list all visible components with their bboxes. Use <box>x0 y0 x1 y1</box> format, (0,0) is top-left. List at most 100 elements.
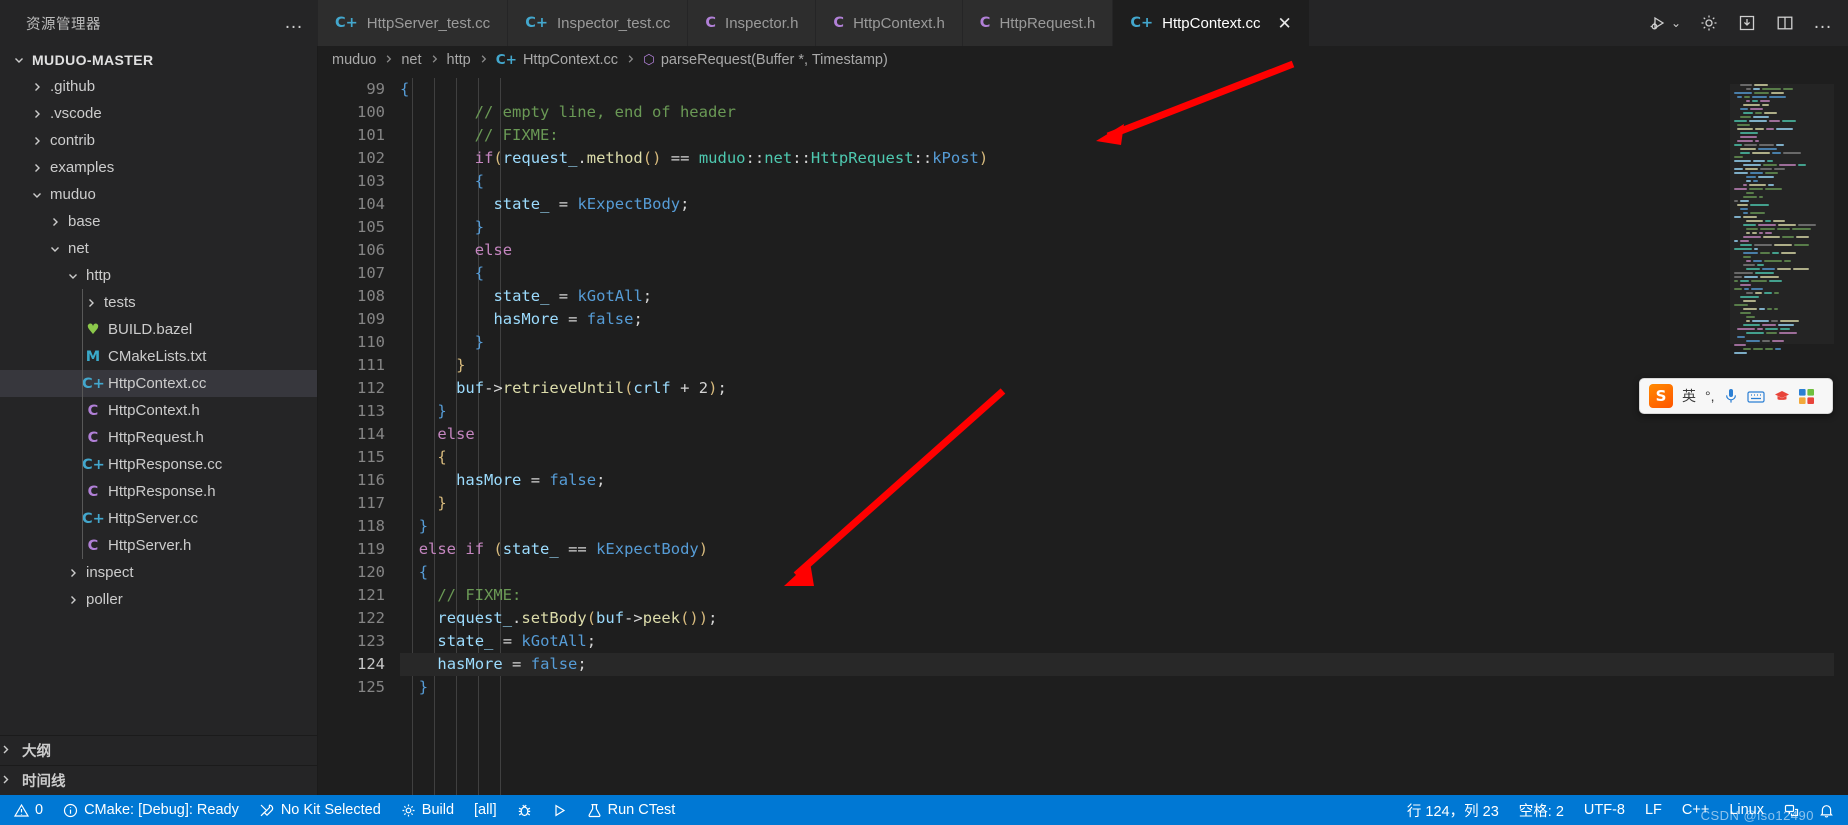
tree-item-httpresponse-h[interactable]: C HttpResponse.h <box>0 478 317 505</box>
code-line[interactable]: { <box>400 561 1848 584</box>
remote-status[interactable] <box>1774 795 1809 825</box>
platform-status[interactable]: Linux <box>1719 795 1774 825</box>
tree-item-poller[interactable]: poller <box>0 586 317 613</box>
code-content[interactable]: { // empty line, end of header // FIXME:… <box>400 74 1848 795</box>
code-line[interactable]: // FIXME: <box>400 584 1848 607</box>
chevron-right-icon[interactable] <box>64 567 82 579</box>
tree-item-httpresponse-cc[interactable]: C+ HttpResponse.cc <box>0 451 317 478</box>
code-line[interactable]: else <box>400 423 1848 446</box>
code-line[interactable]: } <box>400 216 1848 239</box>
chevron-down-icon[interactable] <box>46 243 64 255</box>
launch-status[interactable] <box>542 795 577 825</box>
sogou-logo-icon[interactable]: S <box>1649 384 1673 408</box>
code-line[interactable]: hasMore = false; <box>400 653 1848 676</box>
code-line[interactable]: } <box>400 676 1848 699</box>
cmake-status[interactable]: CMake: [Debug]: Ready <box>53 795 249 825</box>
sogou-ime-toolbar[interactable]: S 英 °, <box>1639 378 1833 414</box>
chevron-right-icon[interactable] <box>28 162 46 174</box>
chevron-down-icon[interactable]: ⌄ <box>1671 16 1681 30</box>
language-mode-status[interactable]: C++ <box>1672 795 1719 825</box>
code-line[interactable]: { <box>400 78 1848 101</box>
keyboard-icon[interactable] <box>1746 390 1765 403</box>
chevron-right-icon[interactable] <box>28 81 46 93</box>
ime-mode-label[interactable]: 英 <box>1682 386 1696 406</box>
more-actions-icon[interactable]: … <box>1813 13 1832 32</box>
code-line[interactable]: } <box>400 354 1848 377</box>
breadcrumb-item[interactable]: ⬡ parseRequest(Buffer *, Timestamp) <box>643 52 888 68</box>
code-line[interactable]: } <box>400 492 1848 515</box>
code-line[interactable]: else <box>400 239 1848 262</box>
code-line[interactable]: } <box>400 515 1848 538</box>
code-line[interactable]: // FIXME: <box>400 124 1848 147</box>
code-line[interactable]: // empty line, end of header <box>400 101 1848 124</box>
kit-status[interactable]: No Kit Selected <box>249 795 391 825</box>
code-line[interactable]: state_ = kGotAll; <box>400 630 1848 653</box>
tree-item-httpcontext-h[interactable]: C HttpContext.h <box>0 397 317 424</box>
explorer-more-actions-icon[interactable]: … <box>284 13 304 32</box>
cursor-position-status[interactable]: 行 124，列 23 <box>1397 795 1509 825</box>
split-editor-icon[interactable] <box>1775 13 1795 33</box>
tree-item--github[interactable]: .github <box>0 73 317 100</box>
toolbox-icon[interactable] <box>1798 388 1814 404</box>
editor-tab-httpserver-test-cc[interactable]: C+ HttpServer_test.cc <box>318 0 509 46</box>
chevron-right-icon[interactable] <box>82 297 100 309</box>
chevron-down-icon[interactable] <box>28 189 46 201</box>
code-line[interactable]: buf->retrieveUntil(crlf + 2); <box>400 377 1848 400</box>
run-and-debug-icon[interactable]: ⌄ <box>1649 13 1681 33</box>
tree-item-httpcontext-cc[interactable]: C+ HttpContext.cc <box>0 370 317 397</box>
tree-item-examples[interactable]: examples <box>0 154 317 181</box>
chevron-right-icon[interactable] <box>64 594 82 606</box>
ime-punctuation-label[interactable]: °, <box>1705 388 1715 404</box>
problems-status[interactable]: 0 <box>4 795 53 825</box>
chevron-down-icon[interactable] <box>10 54 28 66</box>
tree-item-muduo-master[interactable]: MUDUO-MASTER <box>0 46 317 73</box>
hat-icon[interactable] <box>1774 389 1790 403</box>
tree-item--vscode[interactable]: .vscode <box>0 100 317 127</box>
chevron-right-icon[interactable] <box>28 135 46 147</box>
editor-tab-inspector-h[interactable]: C Inspector.h <box>688 0 817 46</box>
eol-status[interactable]: LF <box>1635 795 1672 825</box>
tree-item-muduo[interactable]: muduo <box>0 181 317 208</box>
close-icon[interactable]: ✕ <box>1278 15 1292 32</box>
indentation-status[interactable]: 空格: 2 <box>1509 795 1574 825</box>
code-line[interactable]: { <box>400 446 1848 469</box>
ctest-status[interactable]: Run CTest <box>577 795 686 825</box>
editor-scrollbar[interactable] <box>1834 74 1848 795</box>
microphone-icon[interactable] <box>1724 388 1738 404</box>
chevron-right-icon[interactable] <box>46 216 64 228</box>
tree-item-httpserver-cc[interactable]: C+ HttpServer.cc <box>0 505 317 532</box>
editor-tab-inspector-test-cc[interactable]: C+ Inspector_test.cc <box>508 0 689 46</box>
save-all-icon[interactable] <box>1737 13 1757 33</box>
tree-item-inspect[interactable]: inspect <box>0 559 317 586</box>
notifications-status[interactable] <box>1809 795 1844 825</box>
code-line[interactable]: state_ = kGotAll; <box>400 285 1848 308</box>
breadcrumb-item[interactable]: C+ HttpContext.cc <box>496 52 618 68</box>
chevron-right-icon[interactable] <box>28 108 46 120</box>
code-line[interactable]: } <box>400 331 1848 354</box>
sidebar-section-outline[interactable]: 大纲 <box>0 735 317 765</box>
editor-tab-httprequest-h[interactable]: C HttpRequest.h <box>962 0 1114 46</box>
tree-item-base[interactable]: base <box>0 208 317 235</box>
encoding-status[interactable]: UTF-8 <box>1574 795 1635 825</box>
debug-status[interactable] <box>507 795 542 825</box>
sidebar-section-timeline[interactable]: 时间线 <box>0 765 317 795</box>
breadcrumb-item[interactable]: http <box>447 52 471 68</box>
tree-item-build-bazel[interactable]: ♥ BUILD.bazel <box>0 316 317 343</box>
tree-item-http[interactable]: http <box>0 262 317 289</box>
editor-tab-httpcontext-cc[interactable]: C+ HttpContext.cc ✕ <box>1113 0 1310 46</box>
code-line[interactable]: if(request_.method() == muduo::net::Http… <box>400 147 1848 170</box>
settings-gear-icon[interactable] <box>1699 13 1719 33</box>
code-line[interactable]: request_.setBody(buf->peek()); <box>400 607 1848 630</box>
code-line[interactable]: state_ = kExpectBody; <box>400 193 1848 216</box>
code-line[interactable]: { <box>400 262 1848 285</box>
code-line[interactable]: hasMore = false; <box>400 469 1848 492</box>
code-editor[interactable]: 99 100 101 102 103 104 105 106 107 108 109 110 111 11… <box>318 74 1848 795</box>
tree-item-httpserver-h[interactable]: C HttpServer.h <box>0 532 317 559</box>
breadcrumb[interactable]: muduo net http C+ HttpContext.cc ⬡ parseReques… <box>318 46 1848 74</box>
code-line[interactable]: } <box>400 400 1848 423</box>
code-line[interactable]: { <box>400 170 1848 193</box>
code-line[interactable]: hasMore = false; <box>400 308 1848 331</box>
build-status[interactable]: Build <box>391 795 464 825</box>
tree-item-tests[interactable]: tests <box>0 289 317 316</box>
target-status[interactable]: [all] <box>464 795 507 825</box>
